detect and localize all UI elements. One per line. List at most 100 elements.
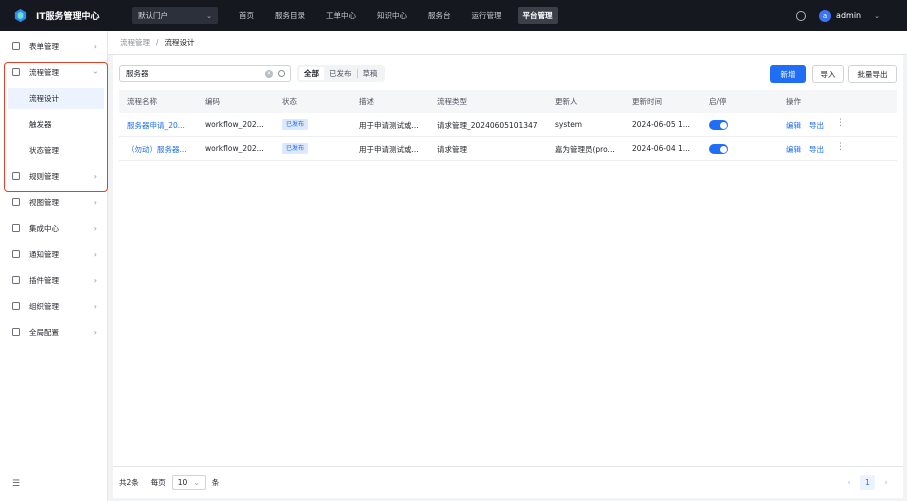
main-panel: 服务器 × 全部 已发布 草稿 新增 导入 批量导出 流程名称 编码 状态 描述…	[113, 55, 903, 498]
col-type: 流程类型	[437, 97, 467, 106]
col-enable: 启/停	[709, 97, 727, 106]
collapse-sidebar-icon[interactable]: ☰	[12, 479, 20, 489]
nav-knowledge-center[interactable]: 知识中心	[377, 10, 407, 21]
clear-icon[interactable]: ×	[265, 70, 273, 78]
nav-service-desk[interactable]: 服务台	[428, 10, 451, 21]
col-actions: 操作	[786, 97, 801, 106]
export-link[interactable]: 导出	[809, 120, 824, 131]
col-name: 流程名称	[127, 97, 157, 106]
col-code: 编码	[205, 97, 220, 106]
sidebar: 表单管理 › 流程管理 › 流程设计 触发器 状态管理 规则管理 › 视图管理 …	[0, 31, 108, 501]
sidebar-item-label: 规则管理	[29, 171, 59, 181]
settings-icon	[12, 328, 20, 336]
chevron-down-icon[interactable]: ⌄	[874, 12, 880, 20]
table-row: 服务器申请_20... workflow_202... 已发布 用于申请测试或.…	[119, 113, 897, 137]
sidebar-item-label: 插件管理	[29, 275, 59, 285]
next-page-icon[interactable]: ›	[879, 478, 893, 488]
top-bar: IT服务管理中心 默认门户 ⌄ 首页 服务目录 工单中心 知识中心 服务台 运行…	[0, 0, 907, 31]
row-type: 请求管理	[437, 145, 467, 154]
nav-operations[interactable]: 运行管理	[472, 10, 502, 21]
more-icon[interactable]: ⋮	[836, 118, 845, 128]
prev-page-icon[interactable]: ‹	[842, 478, 856, 488]
import-button[interactable]: 导入	[812, 65, 844, 83]
status-badge: 已发布	[282, 119, 309, 130]
sidebar-item-global-config[interactable]: 全局配置 ›	[0, 319, 108, 345]
row-code: workflow_202...	[205, 144, 264, 153]
sidebar-item-plugin[interactable]: 插件管理 ›	[0, 267, 108, 293]
edit-link[interactable]: 编辑	[786, 120, 801, 131]
search-input-value: 服务器	[126, 69, 149, 78]
breadcrumb-separator: /	[156, 38, 159, 47]
sidebar-item-label: 集成中心	[29, 223, 59, 233]
sidebar-item-integration[interactable]: 集成中心 ›	[0, 215, 108, 241]
filter-published[interactable]: 已发布	[324, 67, 357, 80]
filter-all[interactable]: 全部	[299, 67, 324, 80]
edit-link[interactable]: 编辑	[786, 144, 801, 155]
logo-icon	[14, 8, 27, 23]
per-page-label: 每页	[150, 478, 166, 487]
more-icon[interactable]: ⋮	[836, 142, 845, 152]
sidebar-item-rule[interactable]: 规则管理 ›	[0, 163, 108, 189]
table-header: 流程名称 编码 状态 描述 流程类型 更新人 更新时间 启/停 操作	[119, 90, 897, 113]
status-filter: 全部 已发布 草稿	[297, 65, 385, 82]
page-number[interactable]: 1	[860, 475, 875, 490]
unit-label: 条	[211, 478, 220, 487]
col-updater: 更新人	[555, 97, 578, 106]
page-size-select[interactable]: 10 ⌄	[171, 475, 206, 490]
row-time: 2024-06-05 1...	[632, 120, 690, 129]
pagination-bar: 共2条 每页 10 ⌄ 条 ‹ 1 ›	[113, 466, 903, 498]
rule-icon	[12, 172, 20, 180]
row-updater: 嘉为管理员(pro...	[555, 145, 615, 154]
new-button[interactable]: 新增	[770, 65, 806, 83]
table-row: （勿动）服务器... workflow_202... 已发布 用于申请测试或..…	[119, 137, 897, 161]
sidebar-item-form[interactable]: 表单管理 ›	[0, 33, 108, 59]
sidebar-item-label: 全局配置	[29, 327, 59, 337]
status-badge: 已发布	[282, 143, 309, 154]
gear-icon[interactable]	[796, 10, 807, 21]
enable-toggle[interactable]	[709, 120, 728, 130]
chevron-right-icon: ›	[93, 171, 97, 181]
breadcrumb-parent[interactable]: 流程管理	[120, 37, 150, 48]
batch-export-button[interactable]: 批量导出	[848, 65, 897, 83]
row-name-link[interactable]: 服务器申请_20...	[127, 120, 201, 131]
username[interactable]: admin	[836, 11, 861, 20]
row-desc: 用于申请测试或...	[359, 145, 419, 154]
form-icon	[12, 42, 20, 50]
filter-draft[interactable]: 草稿	[358, 67, 383, 80]
integration-icon	[12, 224, 20, 232]
search-input[interactable]: 服务器 ×	[119, 65, 291, 82]
process-table: 流程名称 编码 状态 描述 流程类型 更新人 更新时间 启/停 操作 服务器申请…	[119, 90, 897, 161]
chevron-right-icon: ›	[93, 327, 97, 337]
row-time: 2024-06-04 1...	[632, 144, 690, 153]
app-title: IT服务管理中心	[36, 12, 100, 22]
chevron-right-icon: ›	[93, 41, 97, 51]
nav-service-catalog[interactable]: 服务目录	[275, 10, 305, 21]
chevron-down-icon: ⌄	[193, 478, 200, 487]
sidebar-item-notification[interactable]: 通知管理 ›	[0, 241, 108, 267]
col-status: 状态	[282, 97, 297, 106]
row-type: 请求管理_20240605101347	[437, 121, 538, 130]
portal-select-value: 默认门户	[138, 11, 168, 20]
enable-toggle[interactable]	[709, 144, 728, 154]
nav-ticket-center[interactable]: 工单中心	[326, 10, 356, 21]
chevron-down-icon: ⌄	[206, 11, 212, 20]
sidebar-item-org[interactable]: 组织管理 ›	[0, 293, 108, 319]
portal-select[interactable]: 默认门户 ⌄	[132, 7, 218, 24]
row-code: workflow_202...	[205, 120, 264, 129]
user-area: a admin ⌄	[796, 0, 907, 31]
row-desc: 用于申请测试或...	[359, 121, 419, 130]
export-link[interactable]: 导出	[809, 144, 824, 155]
chevron-right-icon: ›	[93, 223, 97, 233]
chevron-right-icon: ›	[93, 249, 97, 259]
nav-home[interactable]: 首页	[239, 10, 254, 21]
row-name-link[interactable]: （勿动）服务器...	[127, 144, 201, 155]
sidebar-item-view[interactable]: 视图管理 ›	[0, 189, 108, 215]
chevron-right-icon: ›	[93, 301, 97, 311]
pager: ‹ 1 ›	[842, 475, 893, 490]
chevron-right-icon: ›	[93, 275, 97, 285]
nav-platform-management[interactable]: 平台管理	[517, 7, 558, 24]
search-icon[interactable]	[278, 70, 285, 77]
view-icon	[12, 198, 20, 206]
avatar[interactable]: a	[819, 9, 832, 22]
plugin-icon	[12, 276, 20, 284]
